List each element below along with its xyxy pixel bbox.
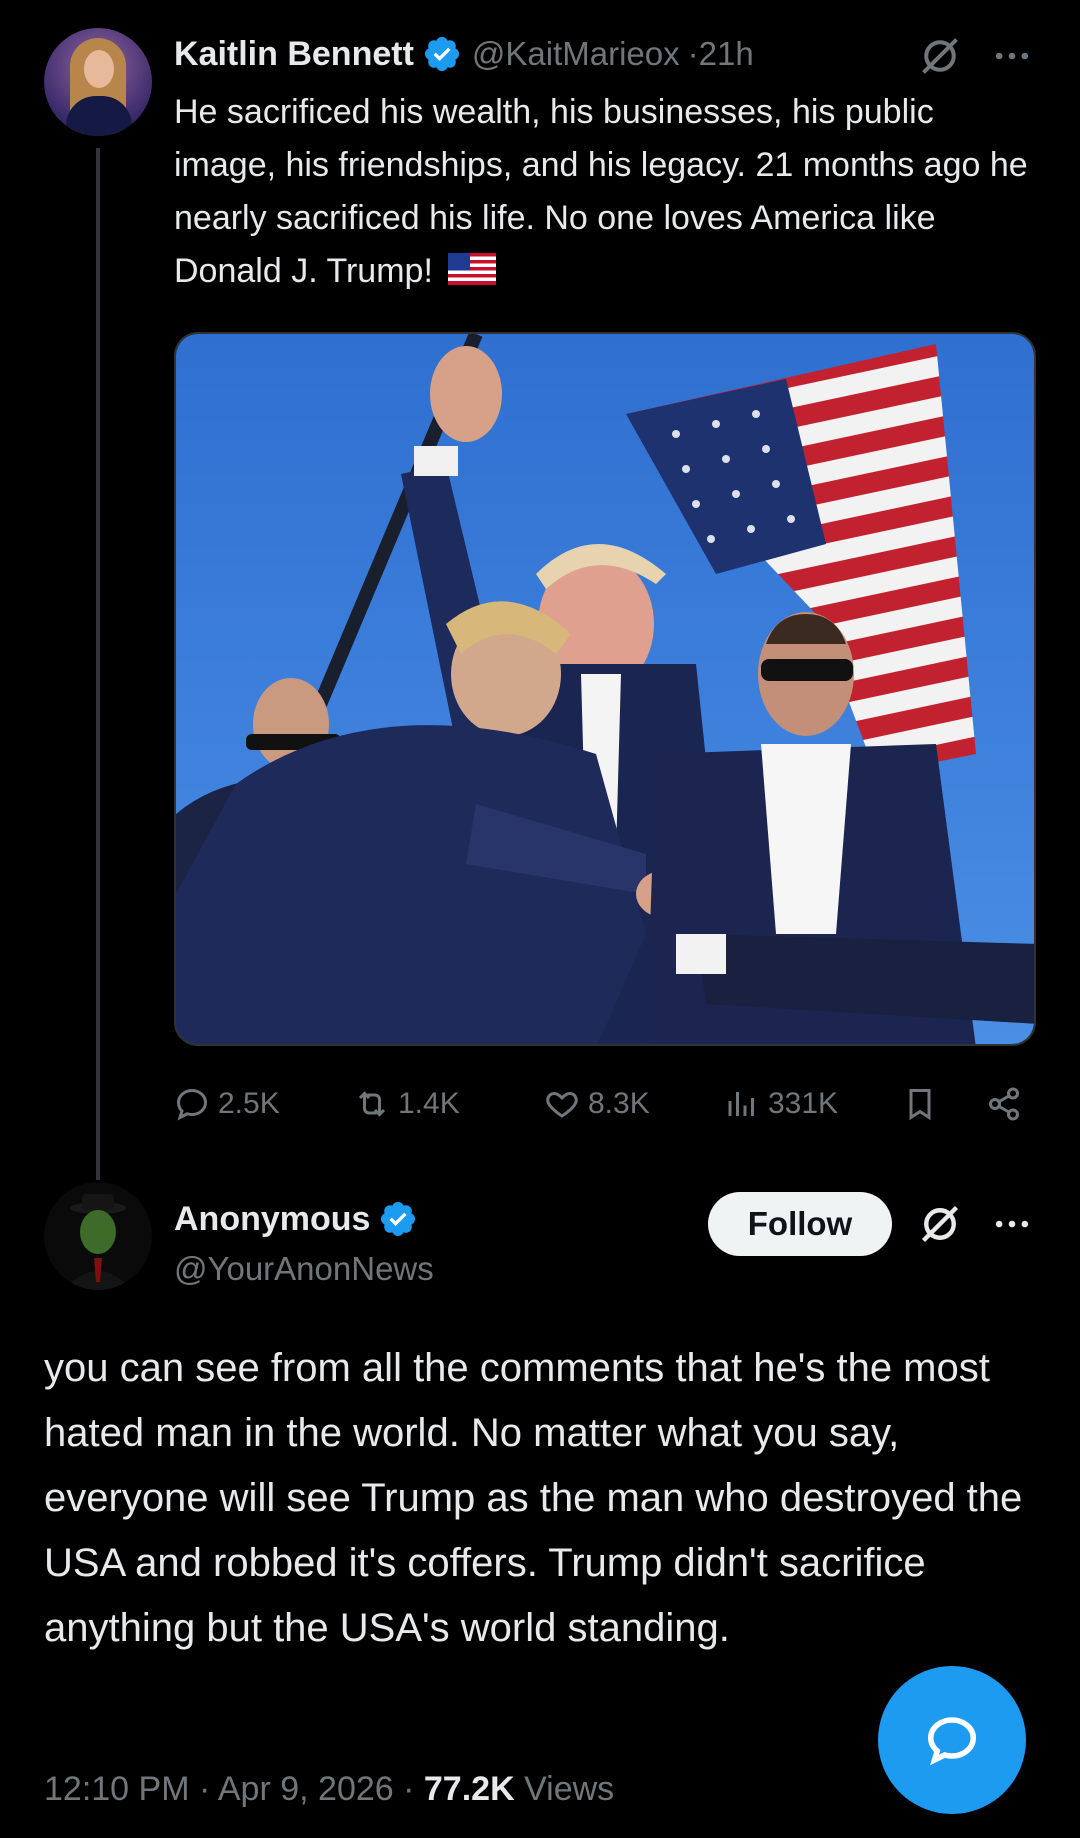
reply-views-count: 77.2K	[423, 1770, 515, 1808]
post-action-bar: 2.5K 1.4K 8.3K 331K	[174, 1078, 1036, 1130]
separator-dot: ·	[393, 1770, 424, 1808]
compose-reply-icon	[927, 1717, 977, 1766]
reply-author-handle[interactable]: @YourAnonNews	[174, 1250, 434, 1288]
post-text: He sacrificed his wealth, his businesses…	[174, 86, 1034, 298]
post-time[interactable]: 21h	[699, 35, 754, 73]
more-options-icon[interactable]	[990, 1202, 1034, 1246]
reply-author-avatar[interactable]	[44, 1182, 152, 1290]
post-header: Kaitlin Bennett @KaitMarieox · 21h	[174, 30, 754, 78]
reply-date: Apr 9, 2026	[217, 1770, 394, 1808]
more-options-icon[interactable]	[990, 34, 1034, 78]
like-count: 8.3K	[588, 1087, 650, 1120]
reply-button[interactable]: 2.5K	[174, 1078, 280, 1130]
author-name[interactable]: Kaitlin Bennett	[174, 35, 414, 74]
repost-icon	[358, 1091, 386, 1117]
reply-icon	[176, 1088, 208, 1121]
grok-icon[interactable]	[918, 1202, 962, 1246]
reply-count: 2.5K	[218, 1087, 280, 1120]
views-chart-icon	[728, 1092, 754, 1116]
post-image[interactable]	[174, 332, 1036, 1046]
reply-author-name[interactable]: Anonymous	[174, 1200, 370, 1239]
heart-icon	[546, 1091, 578, 1118]
separator-dot: ·	[189, 1770, 218, 1808]
us-flag-icon	[448, 253, 497, 285]
reply-author-header: Anonymous	[174, 1196, 418, 1242]
compose-reply-button[interactable]	[878, 1666, 1026, 1814]
separator-dot: ·	[687, 35, 699, 72]
rally-photo	[176, 334, 1034, 1044]
reply-time: 12:10 PM	[44, 1770, 190, 1808]
verified-badge-icon	[381, 1201, 416, 1237]
views-count: 331K	[768, 1087, 839, 1120]
share-icon	[989, 1087, 1019, 1121]
author-avatar[interactable]	[44, 28, 152, 136]
reply-views-label: Views	[524, 1770, 615, 1808]
views-button[interactable]: 331K	[724, 1078, 838, 1130]
repost-button[interactable]: 1.4K	[354, 1078, 460, 1130]
bookmark-button[interactable]	[902, 1078, 946, 1130]
post-body: He sacrificed his wealth, his businesses…	[174, 93, 1028, 290]
bookmark-icon	[909, 1089, 931, 1121]
verified-badge-icon	[424, 36, 459, 72]
repost-count: 1.4K	[398, 1087, 460, 1120]
grok-icon[interactable]	[918, 34, 962, 78]
follow-button[interactable]: Follow	[708, 1192, 892, 1256]
author-handle[interactable]: @KaitMarieox	[472, 35, 680, 73]
like-button[interactable]: 8.3K	[544, 1078, 650, 1130]
thread-connector-line	[96, 148, 100, 1180]
reply-body: you can see from all the comments that h…	[44, 1346, 1023, 1650]
share-button[interactable]	[986, 1078, 1030, 1130]
reply-meta: 12:10 PM · Apr 9, 2026 · 77.2K Views	[44, 1770, 614, 1809]
